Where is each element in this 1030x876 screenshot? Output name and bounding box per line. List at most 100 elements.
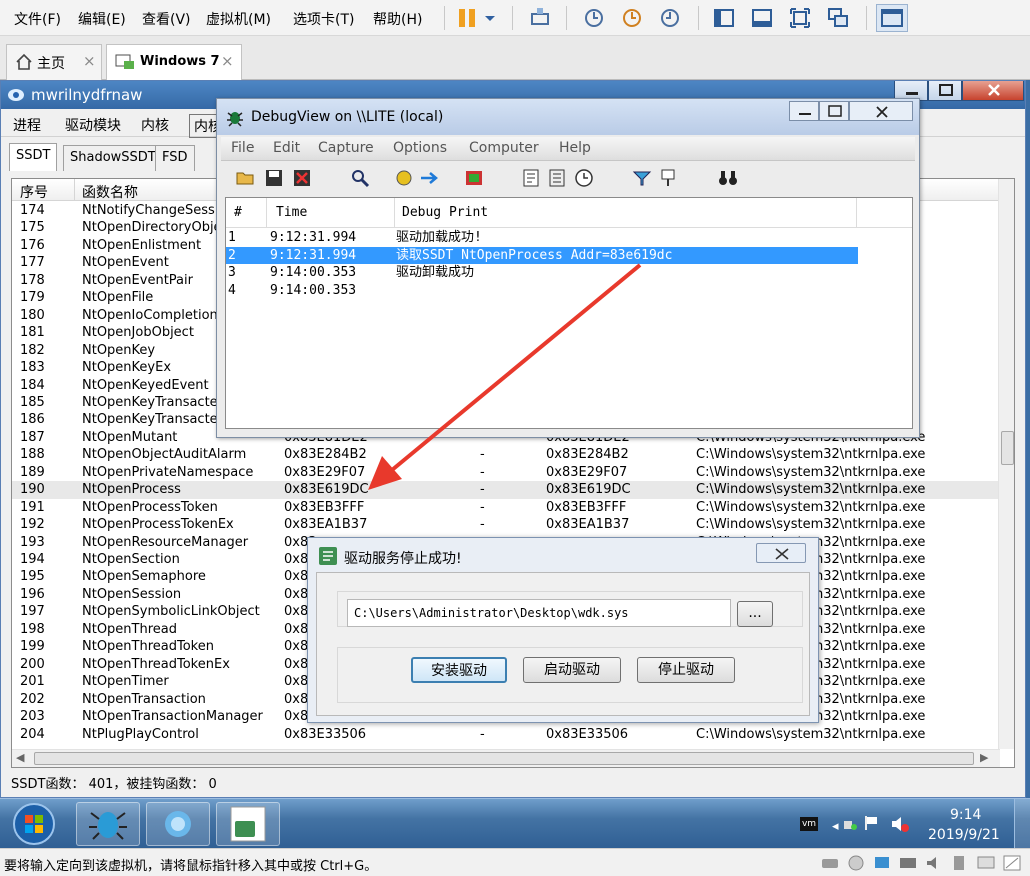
start-button[interactable] [10,801,58,847]
taskbar-debugview-button[interactable] [146,802,210,846]
debugview-titlebar[interactable]: DebugView on \\LITE (local) [217,99,919,135]
taskbar-loader-button[interactable] [216,802,280,846]
col-debug-print[interactable]: Debug Print [402,205,488,220]
binoculars-icon[interactable] [717,168,739,188]
display-icon[interactable] [976,854,996,876]
hscroll-thumb[interactable] [34,752,974,765]
stop-driver-button[interactable]: 停止驱动 [637,657,735,683]
dv-menu-capture[interactable]: Capture [318,140,374,156]
table-row[interactable]: 191 NtOpenProcessToken 0x83EB3FFF - 0x83EB3F… [12,499,1000,516]
menu-help[interactable]: 帮助(H) [373,9,422,29]
dv-menu-edit[interactable]: Edit [273,140,300,156]
chevron-down-icon[interactable] [482,6,498,30]
sidebar-toggle-icon[interactable] [712,6,736,30]
tray-expand-icon[interactable]: ◂ [832,819,839,834]
fullscreen-icon[interactable] [788,6,812,30]
snapshot-icon[interactable] [582,6,606,30]
table-row[interactable]: 189 NtOpenPrivateNamespace 0x83E29F07 - 0x83… [12,464,1000,481]
sound-icon[interactable] [924,854,944,876]
debug-log-row[interactable]: 2 9:12:31.994 读取SSDT NtOpenProcess Addr=83… [226,246,858,264]
close-button[interactable] [962,81,1024,101]
capture-icon[interactable] [393,168,415,188]
open-icon[interactable] [235,168,257,188]
dv-menu-file[interactable]: File [231,140,254,156]
maximize-button[interactable] [928,81,962,101]
speaker-muted-icon[interactable] [890,814,910,838]
scroll-left-icon[interactable]: ◀ [16,751,24,764]
console-view-icon[interactable] [876,4,908,32]
debugview-minimize-button[interactable] [789,101,819,121]
debug-log-row[interactable]: 1 9:12:31.994 驱动加载成功! [226,229,858,246]
message-icon[interactable] [1002,854,1022,876]
network-tray-icon[interactable] [842,815,858,835]
pause-icon[interactable] [456,6,480,30]
arrow-right-icon[interactable] [419,168,441,188]
menu-view[interactable]: 查看(V) [142,9,191,29]
driver-path-input[interactable]: C:\Users\Administrator\Desktop\wdk.sys [347,599,731,627]
menu-edit[interactable]: 编辑(E) [78,9,126,29]
tab-windows7[interactable]: Windows 7 × [106,44,242,80]
tab-shadowssdt[interactable]: ShadowSSDT [63,145,163,171]
unity-icon[interactable] [826,6,850,30]
menu-file[interactable]: 文件(F) [14,9,61,29]
clock-icon[interactable] [573,168,595,188]
vm-tools-icon[interactable]: vm [800,817,818,831]
clock-time[interactable]: 9:14 [950,807,981,823]
table-row[interactable]: 190 NtOpenProcess 0x83E619DC - 0x83E619DC C:\… [12,481,1000,499]
tab-home[interactable]: 主页 × [6,44,102,80]
debugview-close-button[interactable] [849,101,913,121]
menu-kernel[interactable]: 内核 [137,114,173,136]
flag-tray-icon[interactable] [862,814,880,836]
scroll-thumb[interactable] [1001,431,1014,465]
clear-icon[interactable] [291,168,313,188]
dv-menu-computer[interactable]: Computer [469,140,539,156]
log-icon[interactable] [547,168,569,188]
snapshot-manager-icon[interactable] [658,6,682,30]
capture-kernel-icon[interactable] [463,168,485,188]
dialog-close-button[interactable] [756,543,806,563]
send-keys-icon[interactable] [528,6,552,30]
debug-log-row[interactable]: 3 9:14:00.353 驱动卸载成功 [226,264,858,281]
autoscroll-icon[interactable] [521,168,543,188]
clock-date[interactable]: 2019/9/21 [928,827,1000,843]
browse-button[interactable]: ... [737,601,773,627]
tab-fsd[interactable]: FSD [155,145,195,171]
col-time[interactable]: Time [276,205,307,220]
debugview-maximize-button[interactable] [819,101,849,121]
network-icon[interactable] [872,854,892,876]
find-icon[interactable] [349,168,371,188]
col-index[interactable]: 序号 [20,182,48,202]
tab-ssdt[interactable]: SSDT [9,143,58,171]
debug-log-row[interactable]: 4 9:14:00.353 [226,282,858,299]
cd-icon[interactable] [846,854,866,876]
dv-menu-options[interactable]: Options [393,140,447,156]
table-row[interactable]: 204 NtPlugPlayControl 0x83E33506 - 0x83E3350… [12,726,1000,743]
scroll-right-icon[interactable]: ▶ [980,751,988,764]
start-driver-button[interactable]: 启动驱动 [523,657,621,683]
install-driver-button[interactable]: 安装驱动 [411,657,507,683]
hdd-icon[interactable] [820,854,840,876]
vertical-scrollbar[interactable] [998,179,1014,749]
printer-icon[interactable] [950,854,970,876]
show-desktop-button[interactable] [1014,799,1030,849]
revert-snapshot-icon[interactable] [620,6,644,30]
usb-icon[interactable] [898,854,918,876]
dv-menu-help[interactable]: Help [559,140,591,156]
thumbnail-bar-icon[interactable] [750,6,774,30]
menu-driver-modules[interactable]: 驱动模块 [61,114,125,136]
tab-home-close[interactable]: × [83,52,96,70]
horizontal-scrollbar[interactable]: ◀ ▶ [12,749,1000,767]
menu-vm[interactable]: 虚拟机(M) [206,9,271,29]
col-name[interactable]: 函数名称 [82,182,138,202]
cell-i: 193 [20,534,45,550]
col-num[interactable]: # [234,205,242,220]
menu-process[interactable]: 进程 [9,114,45,136]
taskbar-ark-button[interactable] [76,802,140,846]
highlight-icon[interactable] [657,168,679,188]
table-row[interactable]: 188 NtOpenObjectAuditAlarm 0x83E284B2 - 0x83… [12,446,1000,463]
table-row[interactable]: 192 NtOpenProcessTokenEx 0x83EA1B37 - 0x83EA… [12,516,1000,533]
filter-icon[interactable] [631,168,653,188]
save-icon[interactable] [263,168,285,188]
menu-tabs[interactable]: 选项卡(T) [293,9,354,29]
tab-windows7-close[interactable]: × [221,52,234,70]
